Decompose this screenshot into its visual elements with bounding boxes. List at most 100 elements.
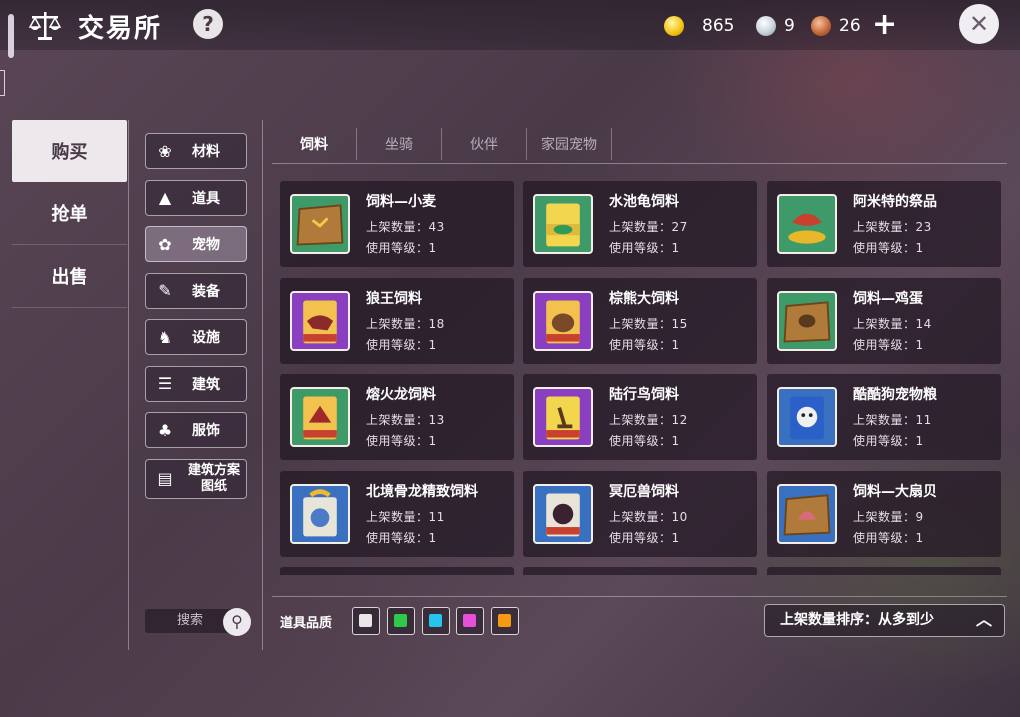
item-card[interactable]: 北境骨龙精致饲料 上架数量：11 使用等级：1	[280, 470, 514, 557]
tab-partner[interactable]: 伙伴	[442, 128, 527, 160]
scale-icon	[28, 12, 62, 40]
item-grid[interactable]: 饲料—小麦 上架数量：43 使用等级：1 水池龟饲料 上架数量：27 使用等级：1 阿米特的…	[280, 181, 1004, 575]
item-listed-count: 上架数量：10	[609, 508, 688, 525]
item-card[interactable]: 酷酷狗宠物粮 上架数量：11 使用等级：1	[767, 374, 1001, 460]
tab-buy[interactable]: 购买	[12, 120, 127, 182]
item-card[interactable]: 熔火龙饲料 上架数量：13 使用等级：1	[280, 374, 514, 460]
bone-dragon-feed-icon	[290, 483, 350, 544]
category-label: 服饰	[192, 423, 220, 439]
item-card-partial[interactable]	[523, 567, 757, 575]
item-level: 使用等级：1	[366, 432, 437, 449]
item-card-partial[interactable]	[767, 567, 1001, 575]
listed-value: 11	[915, 413, 932, 427]
level-value: 1	[428, 337, 437, 352]
divider	[272, 596, 1007, 597]
gold-coin-icon	[664, 16, 684, 36]
category-label: 宠物	[192, 237, 220, 253]
item-level: 使用等级：1	[366, 529, 437, 546]
help-button[interactable]: ?	[193, 9, 223, 39]
item-card[interactable]: 饲料—小麦 上架数量：43 使用等级：1	[280, 181, 514, 267]
item-card[interactable]: 阿米特的祭品 上架数量：23 使用等级：1	[767, 181, 1001, 267]
tab-sell[interactable]: 出售	[12, 245, 127, 308]
category-building[interactable]: ☰ 建筑	[145, 365, 247, 402]
dog-food-icon	[777, 387, 837, 447]
search-input[interactable]: 搜索	[145, 609, 235, 633]
item-name: 酷酷狗宠物粮	[853, 387, 937, 403]
level-value: 1	[671, 530, 680, 545]
item-listed-count: 上架数量：9	[853, 508, 924, 525]
item-name: 熔火龙饲料	[366, 387, 436, 403]
tab-feed[interactable]: 饲料	[272, 128, 357, 160]
listed-value: 12	[671, 413, 688, 427]
category-list: ❀ 材料 ▲ 道具 ✿ 宠物 ✎ 装备 ♞ 设施 ☰ 建筑 ♣ 服饰 ▤ 建筑方…	[145, 133, 247, 509]
item-listed-count: 上架数量：11	[366, 508, 445, 525]
quality-filter-green[interactable]	[387, 607, 415, 635]
category-equipment[interactable]: ✎ 装备	[145, 272, 247, 309]
sort-dropdown[interactable]: 上架数量排序：从多到少 ︿	[764, 604, 1005, 637]
listed-label: 上架数量：	[366, 316, 429, 331]
turtle-feed-icon	[533, 194, 593, 254]
edge-handle-small[interactable]	[0, 70, 5, 96]
item-card[interactable]: 饲料—大扇贝 上架数量：9 使用等级：1	[767, 470, 1001, 557]
item-level: 使用等级：1	[366, 336, 437, 353]
category-label: 设施	[192, 330, 220, 346]
add-currency-button[interactable]: +	[872, 10, 897, 40]
category-label: 道具	[192, 190, 220, 207]
item-listed-count: 上架数量：43	[366, 218, 445, 235]
facility-icon: ♞	[157, 327, 173, 347]
item-card[interactable]: 狼王饲料 上架数量：18 使用等级：1	[280, 277, 514, 364]
level-label: 使用等级：	[609, 530, 672, 545]
listed-value: 11	[428, 509, 445, 524]
item-card[interactable]: 陆行鸟饲料 上架数量：12 使用等级：1	[523, 374, 757, 460]
listed-value: 23	[915, 220, 932, 234]
gold-currency: 865	[664, 15, 734, 37]
quality-filter-white[interactable]	[352, 607, 380, 635]
listed-value: 18	[428, 316, 445, 331]
category-material[interactable]: ❀ 材料	[145, 133, 247, 169]
tab-mount[interactable]: 坐骑	[357, 128, 442, 160]
tab-home-pet[interactable]: 家园宠物	[527, 128, 612, 160]
item-name: 北境骨龙精致饲料	[366, 483, 478, 500]
level-value: 1	[428, 530, 437, 545]
category-pet[interactable]: ✿ 宠物	[145, 226, 247, 262]
copper-currency: 26	[811, 15, 861, 37]
item-card[interactable]: 冥厄兽饲料 上架数量：10 使用等级：1	[523, 470, 757, 557]
close-button[interactable]: ✕	[959, 4, 999, 44]
search-button[interactable]: ⚲	[223, 608, 251, 636]
item-card[interactable]: 饲料—鸡蛋 上架数量：14 使用等级：1	[767, 277, 1001, 364]
item-card[interactable]: 水池龟饲料 上架数量：27 使用等级：1	[523, 181, 757, 267]
level-label: 使用等级：	[853, 337, 916, 352]
silver-currency: 9	[756, 15, 795, 37]
search-icon: ⚲	[231, 612, 243, 631]
level-value: 1	[428, 241, 437, 255]
level-value: 1	[915, 434, 924, 448]
silver-coin-icon	[756, 16, 776, 36]
quality-filter-blue[interactable]	[422, 607, 450, 635]
quality-filter-orange[interactable]	[491, 607, 519, 635]
listed-label: 上架数量：	[853, 413, 916, 427]
category-label: 建筑方案图纸	[187, 462, 240, 494]
category-item[interactable]: ▲ 道具	[145, 179, 247, 216]
quality-swatch	[394, 614, 407, 627]
level-value: 1	[671, 337, 680, 352]
bird-feed-icon	[533, 387, 593, 447]
category-clothing[interactable]: ♣ 服饰	[145, 412, 247, 448]
item-listed-count: 上架数量：27	[609, 218, 688, 235]
quality-filter-purple[interactable]	[456, 607, 484, 635]
listed-value: 10	[671, 509, 688, 524]
level-label: 使用等级：	[609, 434, 672, 448]
level-label: 使用等级：	[853, 241, 916, 255]
edge-handle[interactable]	[8, 14, 14, 58]
item-listed-count: 上架数量：11	[853, 411, 932, 428]
scallop-sack-icon	[777, 483, 837, 544]
tab-grab-order[interactable]: 抢单	[12, 182, 127, 245]
category-facility[interactable]: ♞ 设施	[145, 319, 247, 355]
level-value: 1	[915, 530, 924, 545]
item-card[interactable]: 棕熊大饲料 上架数量：15 使用等级：1	[523, 277, 757, 364]
listed-value: 14	[915, 316, 932, 331]
building-icon: ☰	[157, 374, 173, 393]
item-card-partial[interactable]	[280, 567, 514, 575]
listed-label: 上架数量：	[853, 509, 916, 524]
item-listed-count: 上架数量：12	[609, 411, 688, 428]
category-blueprint[interactable]: ▤ 建筑方案图纸	[145, 458, 247, 499]
